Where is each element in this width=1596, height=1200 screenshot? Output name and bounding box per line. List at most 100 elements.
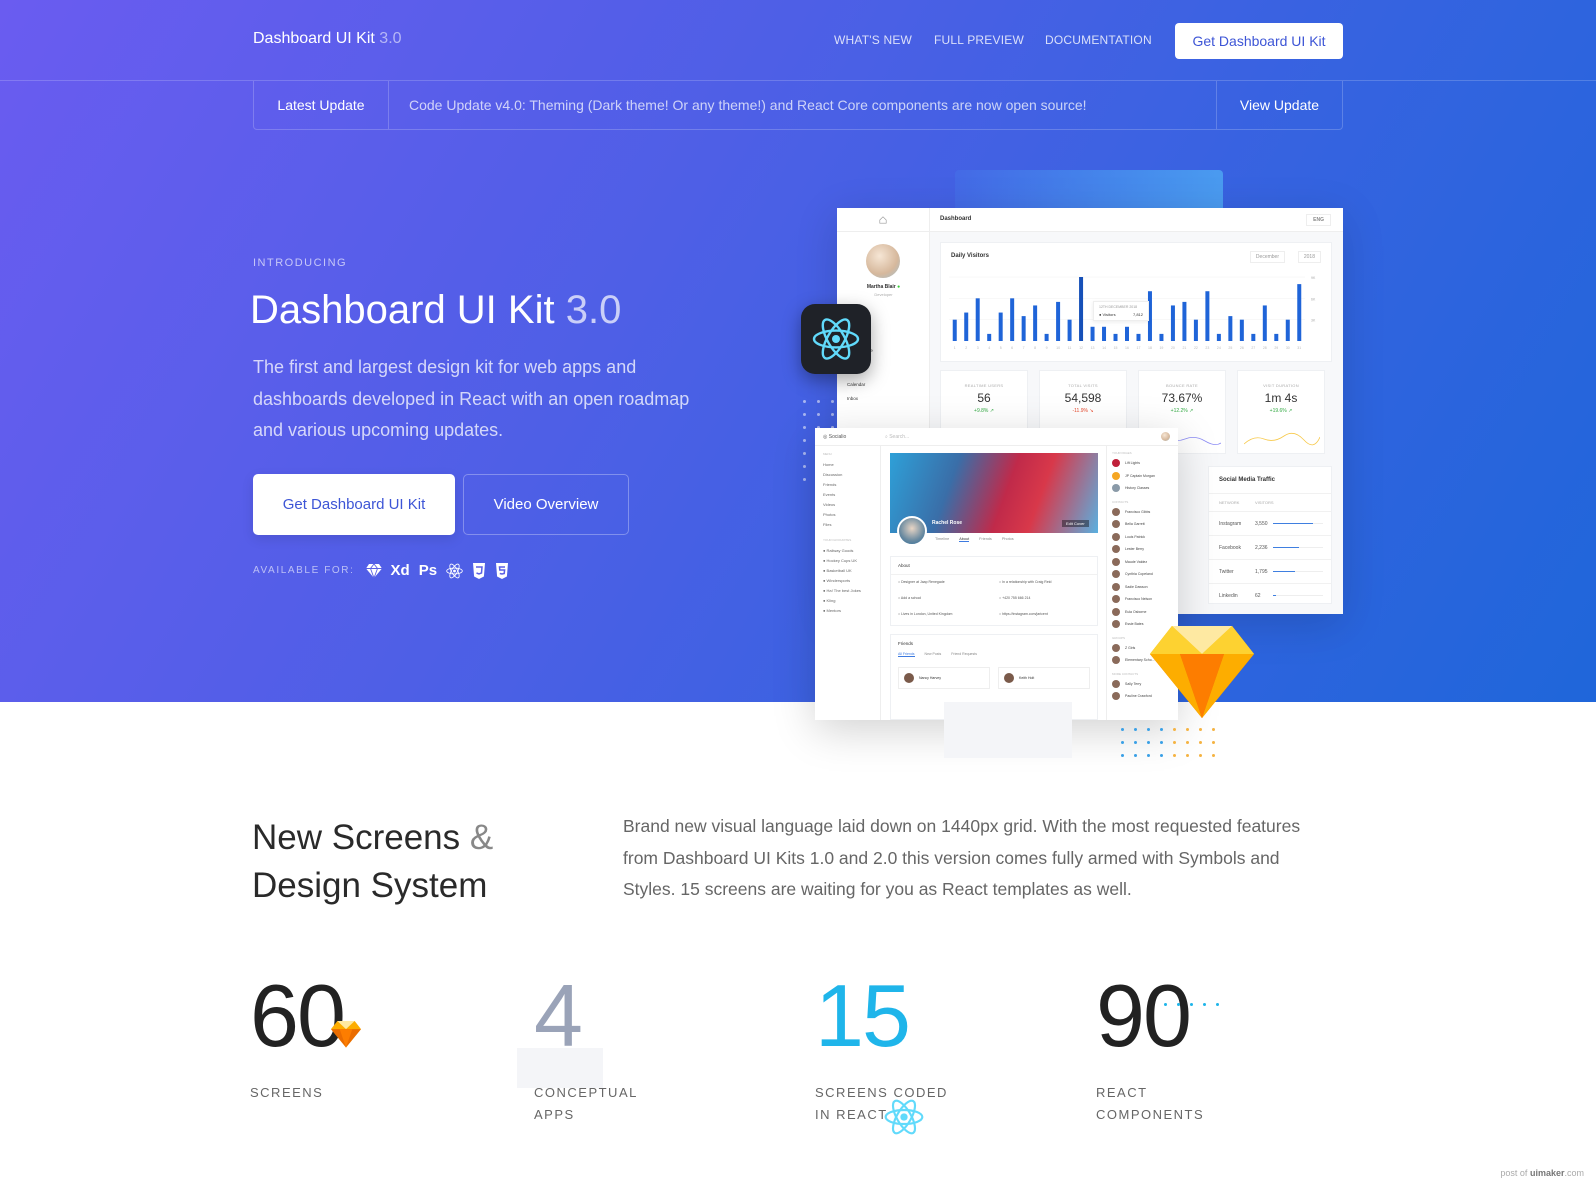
contact-item: Maude Valdez: [1107, 556, 1178, 569]
contact-avatar: [1112, 545, 1120, 554]
dot: [803, 465, 806, 468]
get-kit-button[interactable]: Get Dashboard UI Kit: [253, 474, 455, 535]
react-icon: [446, 563, 463, 579]
page-name: JP Captain Morgan: [1125, 473, 1155, 478]
chart-bar: [1079, 277, 1084, 341]
about-item: ○ https://instagram.com/jaricent: [999, 612, 1048, 616]
social-menu-item: Friends: [823, 482, 837, 487]
year-select: 2018: [1297, 251, 1321, 263]
stat-value: 90: [1096, 966, 1192, 1065]
page-item: Lift Lights: [1107, 457, 1178, 470]
kpi-value: 1m 4s: [1264, 391, 1298, 405]
x-tick-label: 20: [1171, 346, 1175, 350]
stat-label: CONCEPTUAL APPS: [534, 1085, 638, 1122]
x-tick-label: 17: [1137, 346, 1141, 350]
available-for: AVAILABLE FOR: Xd Ps: [253, 562, 509, 579]
dot: [831, 400, 834, 403]
dot: [803, 426, 806, 429]
x-tick-label: 11: [1068, 346, 1072, 350]
social-sidebar: MENU Home Discussion Friends Events Videos Pho…: [815, 446, 881, 720]
network-name: Linkedin: [1219, 592, 1238, 599]
sketch-small-icon: [331, 1021, 361, 1048]
page-item: JP Captain Morgan: [1107, 470, 1178, 483]
visitors-bar-track: [1273, 522, 1323, 525]
nav-documentation[interactable]: DOCUMENTATION: [1045, 33, 1152, 47]
kpi-value: 54,598: [1064, 391, 1102, 405]
contact-avatar: [1112, 570, 1120, 579]
contact-item: Francisco Gibbs: [1107, 506, 1178, 519]
dot: [1199, 754, 1202, 757]
nav-whats-new[interactable]: WHAT'S NEW: [834, 33, 912, 47]
contact-item: Bella Garrett: [1107, 518, 1178, 531]
dot: [1121, 728, 1124, 731]
contact-avatar: [1112, 582, 1120, 591]
dot: [1160, 741, 1163, 744]
contact-name: Cynthia Copeland: [1125, 572, 1153, 577]
brand-logo[interactable]: Dashboard UI Kit 3.0: [253, 30, 402, 48]
friends-tab: Friend Requests: [951, 652, 977, 656]
contact-avatar: [1112, 595, 1120, 604]
react-icon: [812, 318, 860, 360]
mockup-header-title: Dashboard: [940, 216, 972, 222]
favourite-item: ● Kling: [823, 598, 836, 603]
x-tick-label: 18: [1148, 346, 1152, 350]
contact-name: Francisco Nelson: [1125, 597, 1153, 602]
header-avatar: [1161, 432, 1170, 441]
chart-bar: [1021, 316, 1026, 341]
x-tick-label: 30: [1286, 346, 1290, 350]
social-menu-item: Photos: [823, 512, 836, 517]
kpi-label: VISIT DURATION: [1263, 383, 1299, 388]
profile-tabs: Timeline About Friends Photos: [935, 537, 1014, 542]
y-tick-label: 3K: [1311, 319, 1316, 323]
contact-name: Francisco Gibbs: [1125, 509, 1151, 514]
menu-item: Inbox: [847, 396, 859, 401]
kpi-change: -11.9% ↘: [1072, 408, 1094, 414]
user-name: Martha Blair ●: [866, 284, 901, 290]
stat-value: 60: [250, 966, 346, 1065]
section-title: New Screens & Design System: [252, 814, 493, 910]
chart-bar: [952, 319, 957, 341]
contact-name: Bella Garrett: [1125, 522, 1145, 527]
available-label: AVAILABLE FOR:: [253, 565, 355, 576]
chart-bar: [1113, 333, 1118, 341]
contact-avatar: [1112, 620, 1120, 629]
stat-value: 4: [534, 966, 583, 1065]
chart-bar: [1205, 291, 1210, 341]
y-tick-label: 9K: [1311, 276, 1316, 280]
video-overview-button[interactable]: Video Overview: [463, 474, 629, 535]
section-title-amp: &: [469, 818, 494, 857]
page-avatar: [1112, 471, 1120, 480]
visitors-bar-fill: [1273, 522, 1313, 525]
contact-name: Sadie Dawson: [1125, 584, 1148, 589]
network-visitors: 2,236: [1255, 544, 1268, 551]
kpi-sparkline: [1244, 432, 1320, 446]
kpi-label: TOTAL VISITS: [1068, 383, 1098, 388]
sketch-gem-icon: [1150, 626, 1254, 718]
chart-bar: [1125, 326, 1129, 341]
chart-bar: [1182, 301, 1187, 341]
contact-item: Louis Patrick: [1107, 531, 1178, 544]
dot: [803, 413, 806, 416]
dot: [1199, 728, 1202, 731]
daily-visitors-card: Daily Visitors December 2018 9K 6K 3K 1 2 3 4 5…: [940, 242, 1332, 362]
about-item: ○ In a relationship with Craig Reid: [999, 580, 1052, 584]
contact-name: Pauline Crawford: [1125, 694, 1152, 699]
contact-name: Essie Bates: [1125, 622, 1144, 627]
dot: [1186, 754, 1189, 757]
xd-icon: Xd: [390, 562, 410, 579]
get-kit-header-button[interactable]: Get Dashboard UI Kit: [1175, 23, 1343, 59]
chart-bar: [1193, 319, 1198, 341]
x-tick-label: 4: [988, 346, 990, 350]
visitors-bar-fill: [1273, 570, 1295, 573]
nav-full-preview[interactable]: FULL PREVIEW: [934, 33, 1024, 47]
kpi-label: REALTIME USERS: [964, 383, 1004, 388]
app-logo: ◎ Socialio: [823, 434, 847, 440]
dot: [1121, 741, 1124, 744]
view-update-button[interactable]: View Update: [1216, 81, 1342, 129]
social-traffic-card: Social Media Traffic NETWORK VISITORS In…: [1208, 466, 1332, 604]
contact-avatar: [1112, 520, 1120, 529]
dot: [1212, 728, 1215, 731]
react-small-icon: [884, 1099, 924, 1135]
chart-bar: [1090, 326, 1095, 341]
contact-item: Lester Berry: [1107, 543, 1178, 556]
